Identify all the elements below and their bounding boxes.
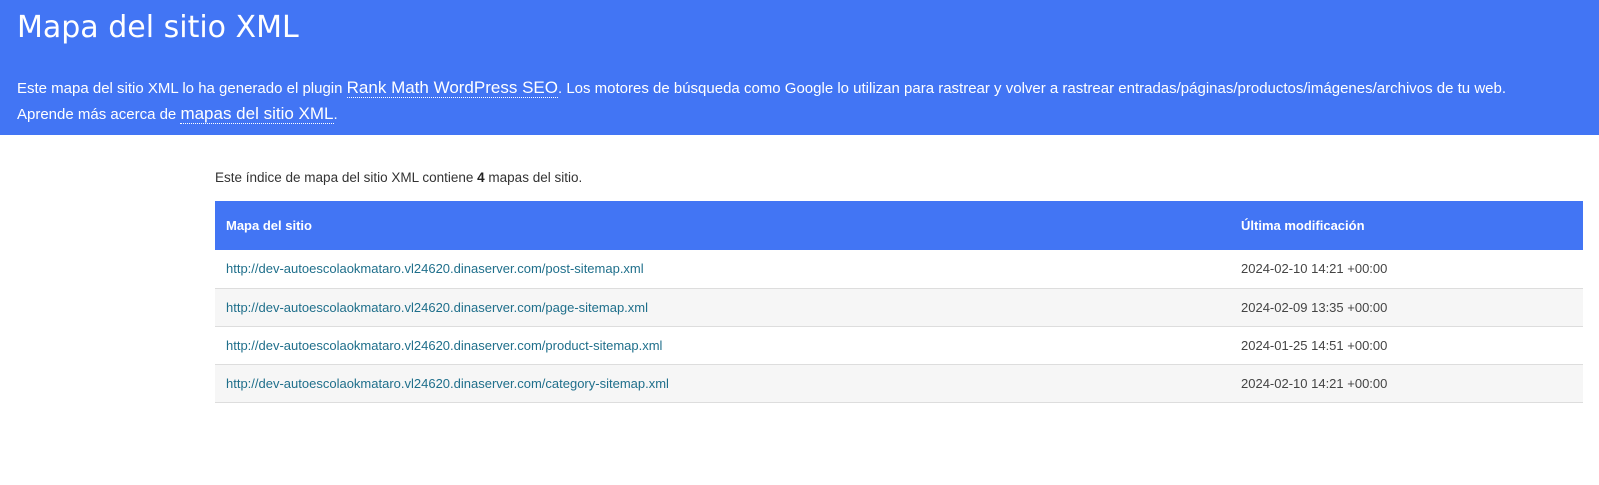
sitemap-link[interactable]: http://dev-autoescolaokmataro.vl24620.di… (226, 376, 669, 391)
column-header-sitemap: Mapa del sitio (226, 218, 312, 233)
rank-math-link[interactable]: Rank Math WordPress SEO (346, 78, 558, 98)
table-row: http://dev-autoescolaokmataro.vl24620.di… (215, 250, 1583, 288)
learn-text-part1: Aprende más acerca de (17, 106, 181, 123)
summary-suffix: mapas del sitio. (484, 170, 583, 185)
column-header-lastmod: Última modificación (1241, 218, 1365, 233)
table-row: http://dev-autoescolaokmataro.vl24620.di… (215, 364, 1583, 402)
main-content: Este índice de mapa del sitio XML contie… (215, 135, 1583, 403)
lastmod-cell: 2024-01-25 14:51 +00:00 (1241, 337, 1388, 353)
intro-text: Este mapa del sitio XML lo ha generado e… (17, 75, 1582, 127)
lastmod-cell: 2024-02-10 14:21 +00:00 (1241, 261, 1388, 277)
table-header-row: Mapa del sitio Última modificación (215, 201, 1583, 250)
intro-text-part2: . Los motores de búsqueda como Google lo… (557, 80, 1507, 97)
table-row: http://dev-autoescolaokmataro.vl24620.di… (215, 288, 1583, 326)
page-header: Mapa del sitio XML Este mapa del sitio X… (0, 0, 1599, 135)
sitemap-link[interactable]: http://dev-autoescolaokmataro.vl24620.di… (226, 261, 644, 276)
learn-text-part2: . (333, 106, 338, 123)
sitemap-summary: Este índice de mapa del sitio XML contie… (215, 169, 1583, 187)
summary-prefix: Este índice de mapa del sitio XML contie… (215, 170, 478, 185)
sitemap-link[interactable]: http://dev-autoescolaokmataro.vl24620.di… (226, 338, 662, 353)
sitemap-link[interactable]: http://dev-autoescolaokmataro.vl24620.di… (226, 300, 648, 315)
sitemap-cell: http://dev-autoescolaokmataro.vl24620.di… (215, 364, 1230, 402)
table-row: http://dev-autoescolaokmataro.vl24620.di… (215, 326, 1583, 364)
sitemap-count: 4 (477, 170, 485, 185)
sitemap-cell: http://dev-autoescolaokmataro.vl24620.di… (215, 288, 1230, 326)
intro-text-part1: Este mapa del sitio XML lo ha generado e… (17, 80, 347, 97)
xml-sitemaps-link[interactable]: mapas del sitio XML (180, 104, 334, 124)
lastmod-cell: 2024-02-09 13:35 +00:00 (1241, 299, 1388, 315)
sitemap-cell: http://dev-autoescolaokmataro.vl24620.di… (215, 250, 1230, 288)
lastmod-cell: 2024-02-10 14:21 +00:00 (1241, 375, 1388, 391)
sitemap-table: Mapa del sitio Última modificación http:… (215, 201, 1583, 403)
sitemap-cell: http://dev-autoescolaokmataro.vl24620.di… (215, 326, 1230, 364)
page-title: Mapa del sitio XML (17, 10, 299, 45)
